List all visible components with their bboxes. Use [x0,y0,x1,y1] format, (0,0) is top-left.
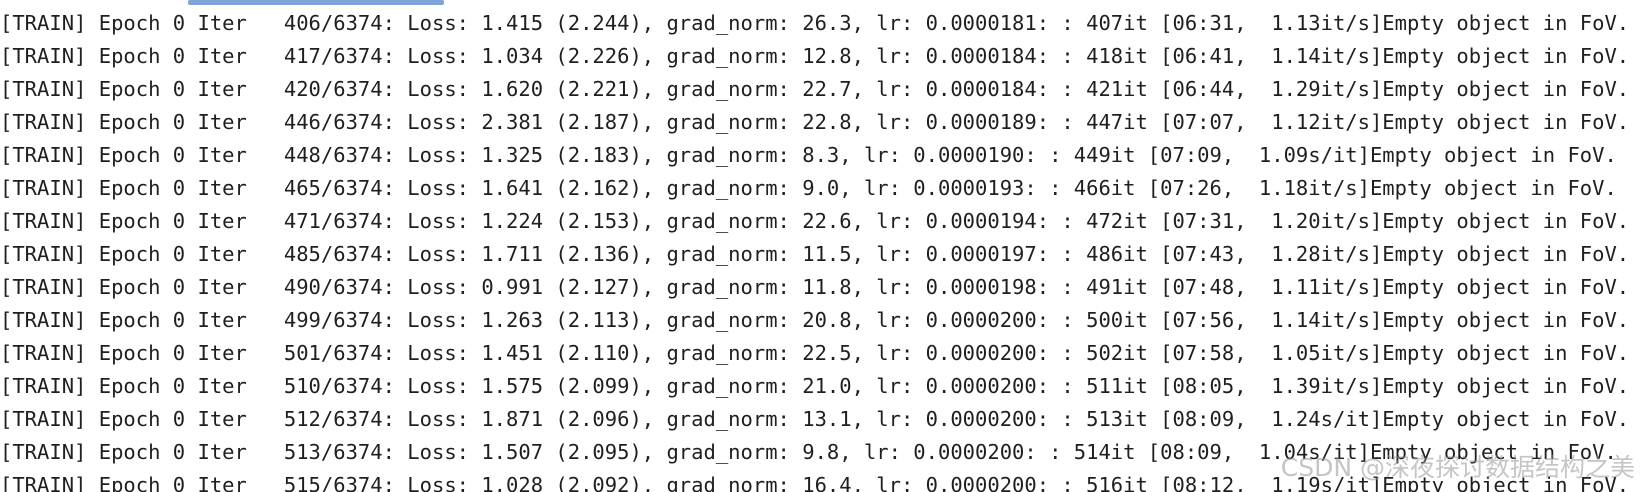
log-line: [TRAIN] Epoch 0 Iter 513/6374: Loss: 1.5… [0,440,1617,464]
log-line: [TRAIN] Epoch 0 Iter 446/6374: Loss: 2.3… [0,110,1630,134]
log-line: [TRAIN] Epoch 0 Iter 515/6374: Loss: 1.0… [0,473,1630,492]
console-output[interactable]: [TRAIN] Epoch 0 Iter 406/6374: Loss: 1.4… [0,0,1641,492]
log-line: [TRAIN] Epoch 0 Iter 471/6374: Loss: 1.2… [0,209,1630,233]
log-line: [TRAIN] Epoch 0 Iter 448/6374: Loss: 1.3… [0,143,1617,167]
log-line: [TRAIN] Epoch 0 Iter 490/6374: Loss: 0.9… [0,275,1630,299]
log-line: [TRAIN] Epoch 0 Iter 406/6374: Loss: 1.4… [0,11,1630,35]
log-line: [TRAIN] Epoch 0 Iter 512/6374: Loss: 1.8… [0,407,1630,431]
horizontal-scrollbar-thumb[interactable] [188,0,444,5]
log-line: [TRAIN] Epoch 0 Iter 499/6374: Loss: 1.2… [0,308,1630,332]
log-line: [TRAIN] Epoch 0 Iter 501/6374: Loss: 1.4… [0,341,1630,365]
log-line: [TRAIN] Epoch 0 Iter 510/6374: Loss: 1.5… [0,374,1630,398]
log-line: [TRAIN] Epoch 0 Iter 417/6374: Loss: 1.0… [0,44,1630,68]
log-line: [TRAIN] Epoch 0 Iter 465/6374: Loss: 1.6… [0,176,1617,200]
log-lines: [TRAIN] Epoch 0 Iter 406/6374: Loss: 1.4… [0,7,1629,492]
log-line: [TRAIN] Epoch 0 Iter 420/6374: Loss: 1.6… [0,77,1630,101]
log-line: [TRAIN] Epoch 0 Iter 485/6374: Loss: 1.7… [0,242,1630,266]
